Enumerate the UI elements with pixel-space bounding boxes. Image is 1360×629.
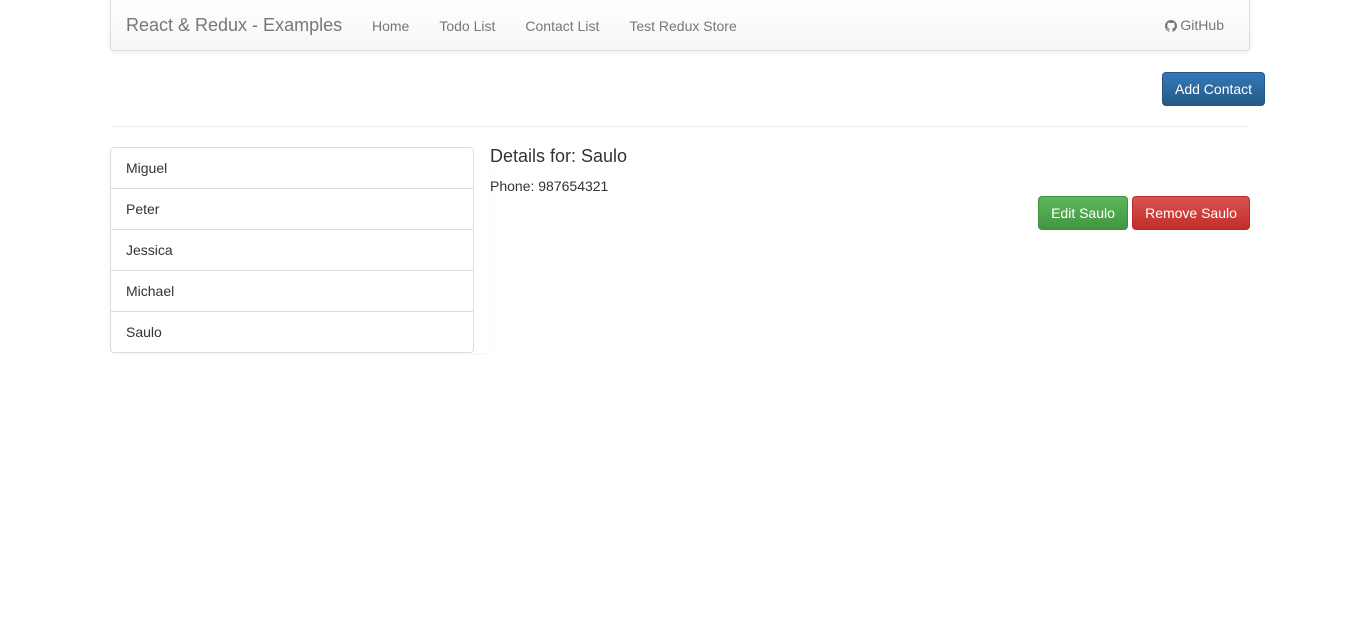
nav-home[interactable]: Home <box>357 0 424 50</box>
github-label: GitHub <box>1180 17 1224 33</box>
contact-item-jessica[interactable]: Jessica <box>111 230 473 271</box>
brand-link[interactable]: React & Redux - Examples <box>126 0 342 50</box>
remove-contact-button[interactable]: Remove Saulo <box>1132 196 1250 230</box>
nav-links: Home Todo List Contact List Test Redux S… <box>357 0 752 50</box>
edit-contact-button[interactable]: Edit Saulo <box>1038 196 1128 230</box>
github-icon <box>1165 19 1178 32</box>
divider <box>110 126 1250 127</box>
contact-item-saulo[interactable]: Saulo <box>111 312 473 352</box>
nav-todo-list[interactable]: Todo List <box>424 0 510 50</box>
contact-list-panel: Miguel Peter Jessica Michael Saulo <box>110 147 490 353</box>
nav-contact-list[interactable]: Contact List <box>510 0 614 50</box>
contact-list: Miguel Peter Jessica Michael Saulo <box>110 147 474 353</box>
details-phone: Phone: 987654321 <box>490 178 609 194</box>
nav-test-redux-store[interactable]: Test Redux Store <box>614 0 751 50</box>
contact-item-miguel[interactable]: Miguel <box>111 148 473 189</box>
contact-item-michael[interactable]: Michael <box>111 271 473 312</box>
contact-item-peter[interactable]: Peter <box>111 189 473 230</box>
add-contact-button[interactable]: Add Contact <box>1162 72 1265 106</box>
github-link[interactable]: GitHub <box>1165 0 1224 50</box>
navbar: React & Redux - Examples Home Todo List … <box>110 0 1250 51</box>
details-title: Details for: Saulo <box>490 146 628 166</box>
